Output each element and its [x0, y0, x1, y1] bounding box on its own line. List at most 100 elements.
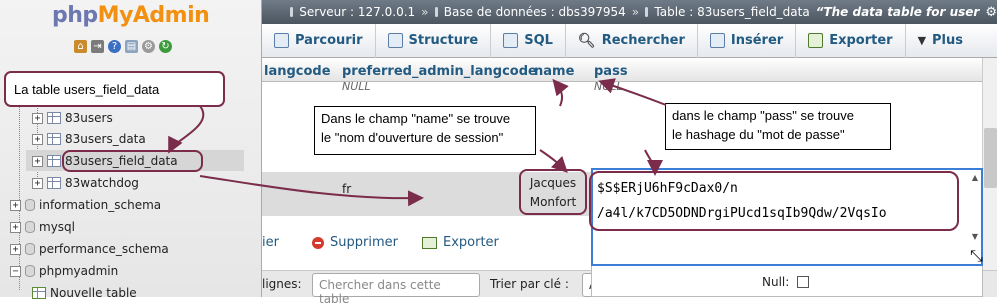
- tab-label: Rechercher: [601, 33, 685, 48]
- server-icon: [290, 7, 294, 17]
- breadcrumb: Serveur : 127.0.0.1 » Base de données : …: [262, 0, 997, 24]
- logout-icon[interactable]: ⇥: [91, 40, 104, 53]
- expand-icon[interactable]: +: [32, 177, 43, 189]
- nav-db-mysql[interactable]: + mysql: [10, 217, 75, 237]
- database-icon: [25, 243, 35, 255]
- nav-db-performance-schema[interactable]: + performance_schema: [10, 239, 169, 259]
- null-checkbox-label: Null:: [762, 275, 790, 289]
- gear-icon[interactable]: ⚙: [985, 5, 997, 20]
- breadcrumb-server[interactable]: Serveur : 127.0.0.1: [299, 5, 415, 19]
- chevron-down-icon: ▼: [917, 34, 927, 47]
- nav-table-83watchdog[interactable]: + 83watchdog: [32, 173, 139, 193]
- nav-db-information-schema[interactable]: + information_schema: [10, 195, 161, 215]
- nav-table-83users-data[interactable]: + 83users_data: [32, 129, 146, 149]
- structure-icon: [387, 33, 403, 48]
- delete-label: Supprimer: [330, 235, 398, 250]
- annotation-table-text: La table users_field_data: [14, 82, 160, 97]
- tab-structure[interactable]: Structure: [387, 23, 492, 58]
- annotation-pass-line2: le hashage du "mot de passe": [672, 127, 845, 142]
- table-search-input[interactable]: Chercher dans cette table: [312, 273, 480, 306]
- logo-myadmin: MyAdmin: [97, 3, 210, 28]
- expand-icon[interactable]: +: [10, 243, 21, 255]
- home-icon[interactable]: ⌂: [74, 40, 87, 53]
- tab-export[interactable]: Exporter: [808, 23, 906, 58]
- database-icon: [25, 265, 35, 277]
- tab-search[interactable]: 🔍︎ Rechercher: [577, 23, 698, 58]
- sql-icon: [503, 33, 519, 48]
- nav-item-label: 83watchdog: [65, 176, 139, 190]
- vertical-scrollbar[interactable]: [982, 58, 997, 270]
- column-header-langcode[interactable]: langcode: [264, 64, 331, 79]
- nav-item-label: information_schema: [39, 198, 162, 212]
- help-icon[interactable]: ?: [108, 40, 121, 53]
- nav-icon-bar: ⌂ ⇥ ? ▤ ⚙ ↻: [74, 40, 172, 53]
- nav-item-label: mysql: [39, 220, 75, 234]
- tab-label: SQL: [524, 33, 553, 48]
- resize-handle-icon[interactable]: ⤡: [970, 246, 983, 266]
- collapse-icon[interactable]: −: [10, 265, 21, 277]
- main-menu: Parcourir Structure SQL 🔍︎ Rechercher In…: [262, 23, 997, 58]
- nav-table-83users[interactable]: + 83users: [32, 108, 113, 128]
- null-value: NULL: [342, 80, 371, 93]
- null-option-row: Null:: [591, 266, 983, 297]
- tab-label: Plus: [932, 33, 964, 48]
- nav-item-label: 83users_data: [65, 132, 146, 146]
- delete-link[interactable]: Supprimer: [312, 235, 398, 250]
- scrollbar-thumb[interactable]: [984, 128, 997, 188]
- name-highlight-ring: [519, 169, 587, 215]
- breadcrumb-database[interactable]: Base de données : dbs397954: [444, 5, 626, 19]
- scroll-down-icon[interactable]: ▼: [972, 232, 978, 241]
- table-icon: [645, 7, 649, 17]
- row-actions: ier Supprimer Exporter: [262, 216, 592, 270]
- tab-more[interactable]: ▼ Plus: [918, 24, 975, 58]
- nav-item-label: Nouvelle table: [50, 286, 137, 300]
- null-checkbox[interactable]: [797, 276, 809, 288]
- expand-icon[interactable]: +: [32, 133, 43, 145]
- nav-new-table[interactable]: Nouvelle table: [32, 283, 137, 303]
- nav-item-label: phpmyadmin: [39, 264, 119, 278]
- export-link[interactable]: Exporter: [422, 235, 499, 250]
- tab-browse[interactable]: Parcourir: [274, 23, 376, 58]
- database-icon: [25, 199, 35, 211]
- sort-label: Trier par clé :: [490, 277, 569, 291]
- edit-link-partial[interactable]: ier: [262, 235, 279, 250]
- nav-item-label: performance_schema: [39, 242, 169, 256]
- breadcrumb-separator: »: [631, 5, 640, 19]
- breadcrumb-table[interactable]: Table : 83users_field_data: [654, 5, 809, 19]
- expand-icon[interactable]: +: [10, 199, 21, 211]
- expand-icon[interactable]: +: [10, 221, 21, 233]
- reload-icon[interactable]: ↻: [159, 40, 172, 53]
- settings-icon[interactable]: ⚙: [142, 40, 155, 53]
- breadcrumb-separator: »: [421, 5, 429, 19]
- tab-label: Insérer: [730, 33, 784, 48]
- new-table-icon: [32, 287, 46, 299]
- nav-db-phpmyadmin[interactable]: − phpmyadmin: [10, 261, 118, 281]
- annotation-table: La table users_field_data: [4, 71, 225, 107]
- search-icon: 🔍︎: [577, 32, 596, 49]
- tab-insert[interactable]: Insérer: [709, 23, 797, 58]
- column-header-preferred-admin-langcode[interactable]: preferred_admin_langcode: [342, 64, 537, 79]
- phpmyadmin-logo[interactable]: phpMyAdmin: [52, 3, 210, 28]
- pass-highlight-ring: [589, 171, 959, 231]
- column-header-pass[interactable]: pass: [594, 64, 628, 79]
- tab-label: Structure: [408, 33, 479, 48]
- column-header-row: langcode preferred_admin_langcode name p…: [262, 58, 982, 82]
- tab-sql[interactable]: SQL: [503, 23, 566, 58]
- expand-icon[interactable]: +: [32, 112, 43, 124]
- database-icon: [434, 7, 438, 17]
- table-highlight-ring: [62, 150, 203, 172]
- table-icon: [47, 155, 61, 167]
- documentation-icon[interactable]: ▤: [125, 40, 138, 53]
- export-icon: [808, 33, 824, 48]
- cell-langcode[interactable]: fr: [342, 182, 351, 196]
- scroll-up-icon[interactable]: ▲: [972, 173, 978, 182]
- annotation-pass: dans le champ "pass" se trouve le hashag…: [665, 103, 891, 150]
- export-label: Exporter: [443, 235, 499, 250]
- export-icon: [422, 236, 437, 249]
- expand-icon[interactable]: +: [32, 155, 43, 167]
- edit-label: ier: [262, 235, 279, 250]
- tab-label: Exporter: [829, 33, 893, 48]
- null-value: NULL: [594, 80, 623, 93]
- column-header-name[interactable]: name: [534, 64, 574, 79]
- annotation-name-line2: le "nom d'ouverture de session": [321, 130, 504, 145]
